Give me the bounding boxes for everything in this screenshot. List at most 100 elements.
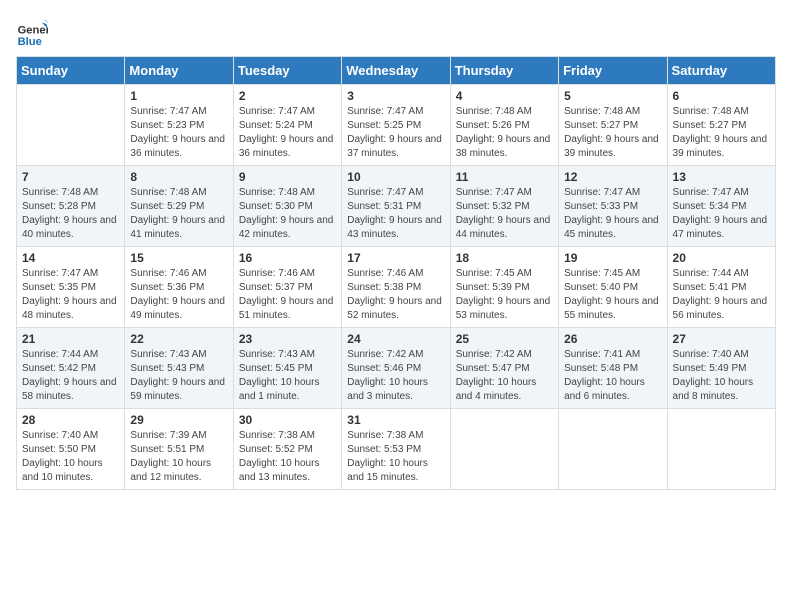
calendar-day-cell: 28 Sunrise: 7:40 AM Sunset: 5:50 PM Dayli… <box>17 409 125 490</box>
day-number: 12 <box>564 170 661 184</box>
calendar-week-row: 28 Sunrise: 7:40 AM Sunset: 5:50 PM Dayli… <box>17 409 776 490</box>
day-info: Sunrise: 7:48 AM Sunset: 5:27 PM Dayligh… <box>564 105 661 161</box>
day-number: 1 <box>130 89 227 103</box>
calendar-week-row: 1 Sunrise: 7:47 AM Sunset: 5:23 PM Daylig… <box>17 85 776 166</box>
calendar-day-cell: 22 Sunrise: 7:43 AM Sunset: 5:43 PM Dayli… <box>125 328 233 409</box>
day-number: 2 <box>239 89 336 103</box>
day-number: 20 <box>673 251 770 265</box>
day-info: Sunrise: 7:47 AM Sunset: 5:35 PM Dayligh… <box>22 267 119 323</box>
calendar-day-cell: 13 Sunrise: 7:47 AM Sunset: 5:34 PM Dayli… <box>667 166 775 247</box>
calendar-day-cell: 23 Sunrise: 7:43 AM Sunset: 5:45 PM Dayli… <box>233 328 341 409</box>
day-info: Sunrise: 7:40 AM Sunset: 5:49 PM Dayligh… <box>673 348 770 404</box>
day-info: Sunrise: 7:47 AM Sunset: 5:25 PM Dayligh… <box>347 105 444 161</box>
day-number: 5 <box>564 89 661 103</box>
day-info: Sunrise: 7:38 AM Sunset: 5:52 PM Dayligh… <box>239 429 336 485</box>
day-number: 23 <box>239 332 336 346</box>
day-of-week-header: Saturday <box>667 57 775 85</box>
day-info: Sunrise: 7:46 AM Sunset: 5:37 PM Dayligh… <box>239 267 336 323</box>
day-number: 28 <box>22 413 119 427</box>
day-number: 14 <box>22 251 119 265</box>
calendar-week-row: 21Sunrise: 7:44 AM Sunset: 5:42 PM Dayli… <box>17 328 776 409</box>
svg-text:Blue: Blue <box>18 36 42 48</box>
calendar-day-cell <box>559 409 667 490</box>
page-header: General Blue <box>16 16 776 48</box>
calendar-day-cell: 7 Sunrise: 7:48 AM Sunset: 5:28 PM Daylig… <box>17 166 125 247</box>
day-number: 31 <box>347 413 444 427</box>
day-info: Sunrise: 7:45 AM Sunset: 5:39 PM Dayligh… <box>456 267 553 323</box>
day-number: 8 <box>130 170 227 184</box>
day-number: 11 <box>456 170 553 184</box>
day-info: Sunrise: 7:48 AM Sunset: 5:28 PM Dayligh… <box>22 186 119 242</box>
day-number: 17 <box>347 251 444 265</box>
calendar-day-cell <box>667 409 775 490</box>
day-info: Sunrise: 7:47 AM Sunset: 5:32 PM Dayligh… <box>456 186 553 242</box>
day-number: 9 <box>239 170 336 184</box>
calendar-day-cell: 3 Sunrise: 7:47 AM Sunset: 5:25 PM Daylig… <box>342 85 450 166</box>
day-info: Sunrise: 7:42 AM Sunset: 5:47 PM Dayligh… <box>456 348 553 404</box>
calendar-day-cell: 16 Sunrise: 7:46 AM Sunset: 5:37 PM Dayli… <box>233 247 341 328</box>
day-number: 10 <box>347 170 444 184</box>
day-of-week-header: Tuesday <box>233 57 341 85</box>
day-info: Sunrise: 7:47 AM Sunset: 5:24 PM Dayligh… <box>239 105 336 161</box>
day-number: 15 <box>130 251 227 265</box>
calendar-day-cell: 10 Sunrise: 7:47 AM Sunset: 5:31 PM Dayli… <box>342 166 450 247</box>
day-number: 24 <box>347 332 444 346</box>
day-number: 16 <box>239 251 336 265</box>
calendar-day-cell <box>17 85 125 166</box>
day-number: 29 <box>130 413 227 427</box>
day-number: 21 <box>22 332 119 346</box>
day-number: 18 <box>456 251 553 265</box>
day-number: 6 <box>673 89 770 103</box>
calendar-day-cell: 5 Sunrise: 7:48 AM Sunset: 5:27 PM Daylig… <box>559 85 667 166</box>
day-of-week-header: Wednesday <box>342 57 450 85</box>
logo-icon: General Blue <box>16 16 48 48</box>
svg-text:General: General <box>18 25 48 37</box>
day-of-week-header: Thursday <box>450 57 558 85</box>
day-number: 27 <box>673 332 770 346</box>
day-number: 7 <box>22 170 119 184</box>
logo: General Blue <box>16 16 22 48</box>
day-number: 3 <box>347 89 444 103</box>
calendar-header-row: SundayMondayTuesdayWednesdayThursdayFrid… <box>17 57 776 85</box>
calendar-day-cell: 20Sunrise: 7:44 AM Sunset: 5:41 PM Dayli… <box>667 247 775 328</box>
day-info: Sunrise: 7:42 AM Sunset: 5:46 PM Dayligh… <box>347 348 444 404</box>
day-number: 26 <box>564 332 661 346</box>
calendar-day-cell: 27 Sunrise: 7:40 AM Sunset: 5:49 PM Dayli… <box>667 328 775 409</box>
calendar-day-cell: 17 Sunrise: 7:46 AM Sunset: 5:38 PM Dayli… <box>342 247 450 328</box>
calendar-day-cell: 25Sunrise: 7:42 AM Sunset: 5:47 PM Dayli… <box>450 328 558 409</box>
day-info: Sunrise: 7:47 AM Sunset: 5:31 PM Dayligh… <box>347 186 444 242</box>
day-info: Sunrise: 7:47 AM Sunset: 5:34 PM Dayligh… <box>673 186 770 242</box>
day-info: Sunrise: 7:48 AM Sunset: 5:26 PM Dayligh… <box>456 105 553 161</box>
day-info: Sunrise: 7:43 AM Sunset: 5:45 PM Dayligh… <box>239 348 336 404</box>
calendar-day-cell: 30Sunrise: 7:38 AM Sunset: 5:52 PM Dayli… <box>233 409 341 490</box>
calendar-day-cell: 19Sunrise: 7:45 AM Sunset: 5:40 PM Dayli… <box>559 247 667 328</box>
day-info: Sunrise: 7:45 AM Sunset: 5:40 PM Dayligh… <box>564 267 661 323</box>
calendar-day-cell: 8 Sunrise: 7:48 AM Sunset: 5:29 PM Daylig… <box>125 166 233 247</box>
calendar-day-cell <box>450 409 558 490</box>
day-info: Sunrise: 7:47 AM Sunset: 5:33 PM Dayligh… <box>564 186 661 242</box>
day-info: Sunrise: 7:46 AM Sunset: 5:38 PM Dayligh… <box>347 267 444 323</box>
day-info: Sunrise: 7:48 AM Sunset: 5:30 PM Dayligh… <box>239 186 336 242</box>
calendar-day-cell: 24 Sunrise: 7:42 AM Sunset: 5:46 PM Dayli… <box>342 328 450 409</box>
day-info: Sunrise: 7:48 AM Sunset: 5:29 PM Dayligh… <box>130 186 227 242</box>
day-info: Sunrise: 7:40 AM Sunset: 5:50 PM Dayligh… <box>22 429 119 485</box>
calendar-day-cell: 6Sunrise: 7:48 AM Sunset: 5:27 PM Daylig… <box>667 85 775 166</box>
day-number: 22 <box>130 332 227 346</box>
calendar-day-cell: 12 Sunrise: 7:47 AM Sunset: 5:33 PM Dayli… <box>559 166 667 247</box>
calendar-day-cell: 2 Sunrise: 7:47 AM Sunset: 5:24 PM Daylig… <box>233 85 341 166</box>
day-number: 13 <box>673 170 770 184</box>
day-info: Sunrise: 7:47 AM Sunset: 5:23 PM Dayligh… <box>130 105 227 161</box>
calendar-day-cell: 9 Sunrise: 7:48 AM Sunset: 5:30 PM Daylig… <box>233 166 341 247</box>
day-of-week-header: Sunday <box>17 57 125 85</box>
calendar-day-cell: 21Sunrise: 7:44 AM Sunset: 5:42 PM Dayli… <box>17 328 125 409</box>
calendar-day-cell: 4Sunrise: 7:48 AM Sunset: 5:26 PM Daylig… <box>450 85 558 166</box>
calendar-week-row: 7 Sunrise: 7:48 AM Sunset: 5:28 PM Daylig… <box>17 166 776 247</box>
day-of-week-header: Friday <box>559 57 667 85</box>
calendar-day-cell: 1 Sunrise: 7:47 AM Sunset: 5:23 PM Daylig… <box>125 85 233 166</box>
calendar-day-cell: 15Sunrise: 7:46 AM Sunset: 5:36 PM Dayli… <box>125 247 233 328</box>
calendar-day-cell: 29Sunrise: 7:39 AM Sunset: 5:51 PM Dayli… <box>125 409 233 490</box>
calendar-day-cell: 11 Sunrise: 7:47 AM Sunset: 5:32 PM Dayli… <box>450 166 558 247</box>
calendar-week-row: 14 Sunrise: 7:47 AM Sunset: 5:35 PM Dayli… <box>17 247 776 328</box>
day-info: Sunrise: 7:43 AM Sunset: 5:43 PM Dayligh… <box>130 348 227 404</box>
calendar-day-cell: 26Sunrise: 7:41 AM Sunset: 5:48 PM Dayli… <box>559 328 667 409</box>
